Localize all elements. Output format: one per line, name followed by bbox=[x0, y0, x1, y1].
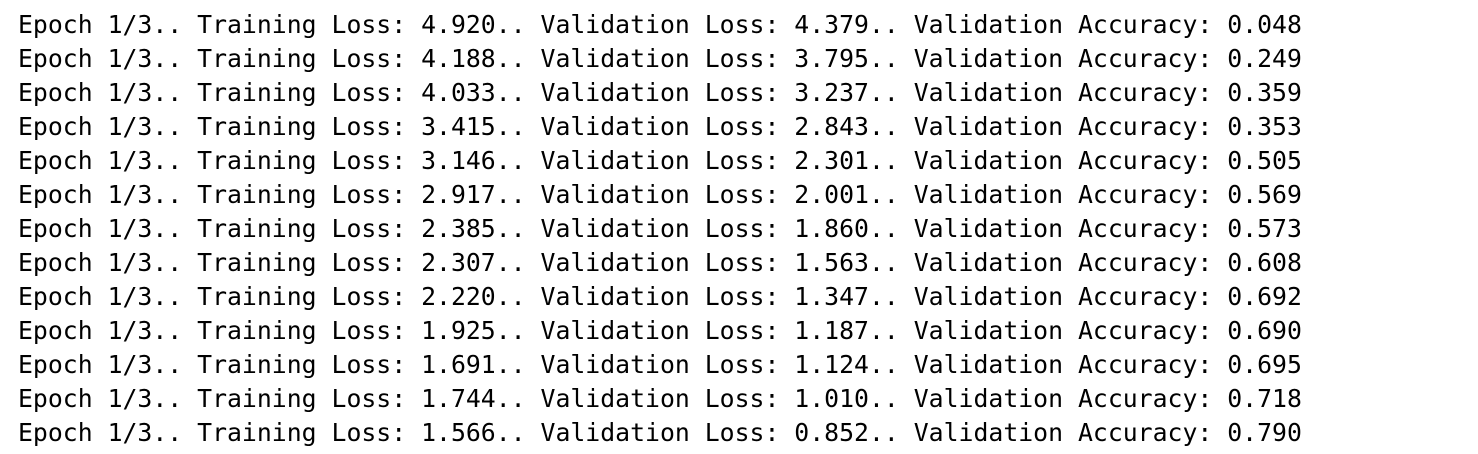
log-line-4: Epoch 1/3.. Training Loss: 3.415.. Valid… bbox=[18, 112, 1302, 141]
log-line-3: Epoch 1/3.. Training Loss: 4.033.. Valid… bbox=[18, 78, 1302, 107]
log-line-2: Epoch 1/3.. Training Loss: 4.188.. Valid… bbox=[18, 44, 1302, 73]
log-line-8: Epoch 1/3.. Training Loss: 2.307.. Valid… bbox=[18, 248, 1302, 277]
log-line-9: Epoch 1/3.. Training Loss: 2.220.. Valid… bbox=[18, 282, 1302, 311]
log-line-12: Epoch 1/3.. Training Loss: 1.744.. Valid… bbox=[18, 384, 1302, 413]
log-line-11: Epoch 1/3.. Training Loss: 1.691.. Valid… bbox=[18, 350, 1302, 379]
log-line-13: Epoch 1/3.. Training Loss: 1.566.. Valid… bbox=[18, 418, 1302, 447]
log-line-10: Epoch 1/3.. Training Loss: 1.925.. Valid… bbox=[18, 316, 1302, 345]
training-log-output: Epoch 1/3.. Training Loss: 4.920.. Valid… bbox=[0, 0, 1478, 454]
log-line-1: Epoch 1/3.. Training Loss: 4.920.. Valid… bbox=[18, 10, 1302, 39]
log-line-6: Epoch 1/3.. Training Loss: 2.917.. Valid… bbox=[18, 180, 1302, 209]
log-line-5: Epoch 1/3.. Training Loss: 3.146.. Valid… bbox=[18, 146, 1302, 175]
log-line-7: Epoch 1/3.. Training Loss: 2.385.. Valid… bbox=[18, 214, 1302, 243]
